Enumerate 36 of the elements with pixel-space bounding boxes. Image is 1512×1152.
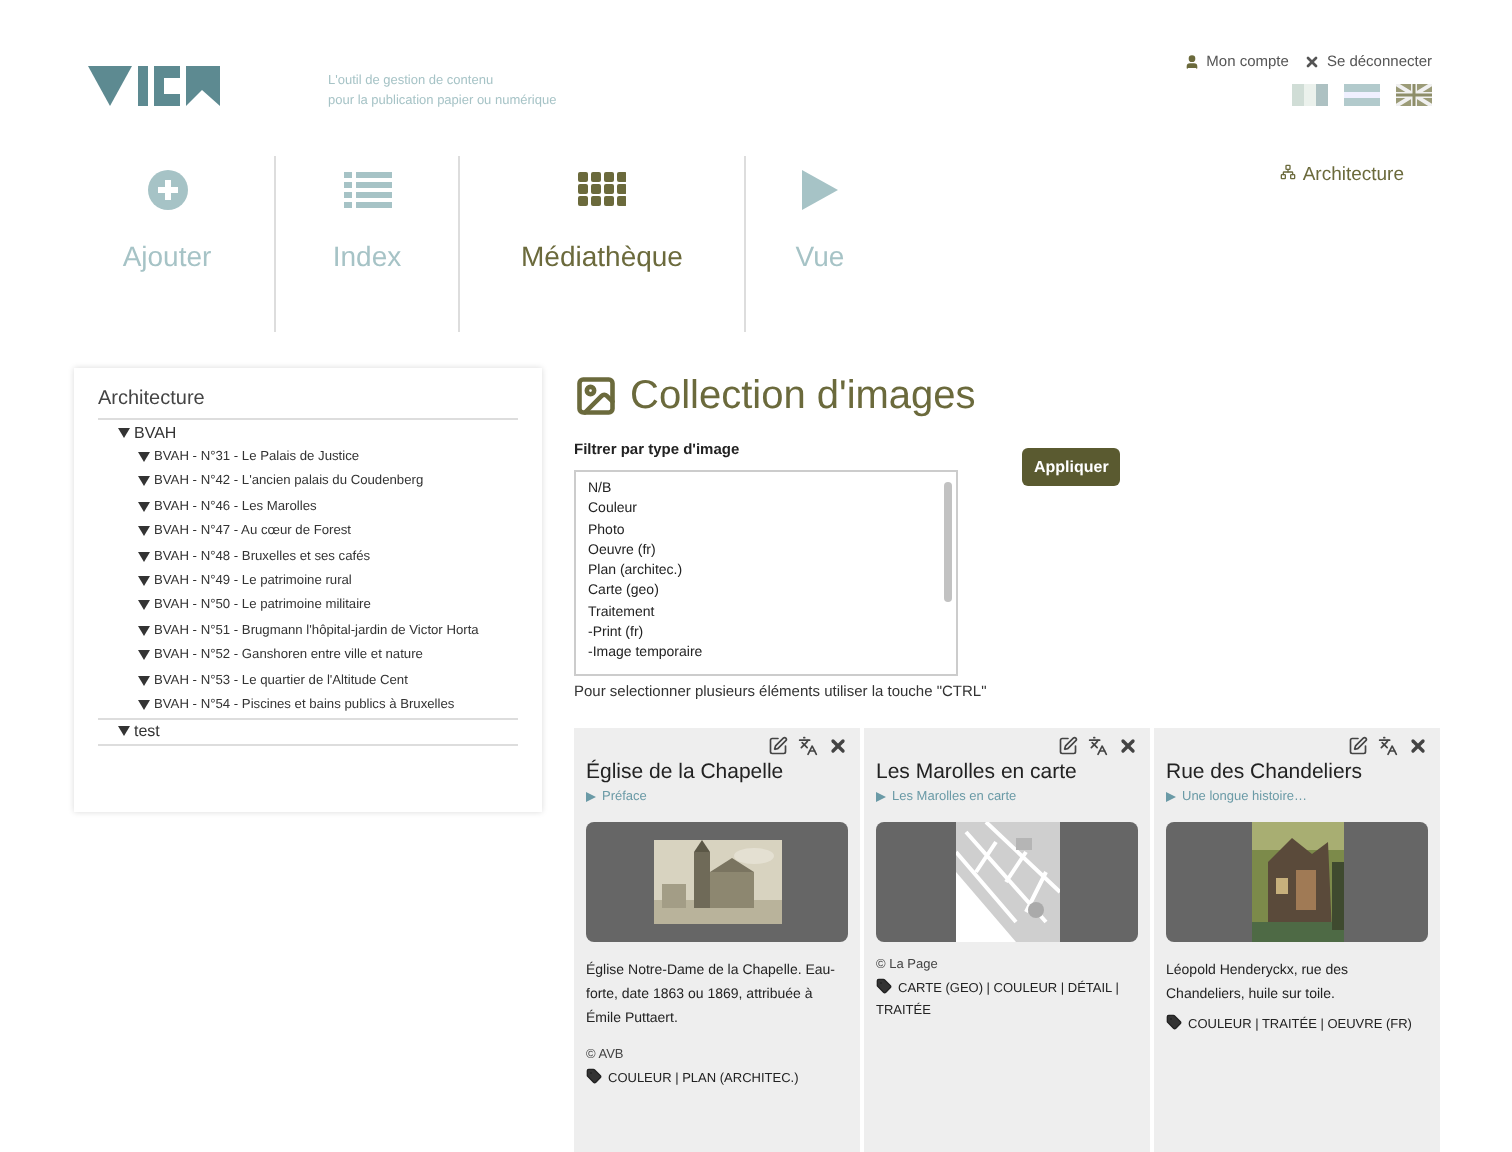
logo xyxy=(88,66,220,106)
play-icon xyxy=(586,792,596,802)
scrollbar[interactable] xyxy=(944,482,952,602)
close-icon[interactable] xyxy=(1118,736,1138,756)
play-icon xyxy=(876,792,886,802)
edit-icon[interactable] xyxy=(768,736,788,756)
translate-icon[interactable] xyxy=(1378,736,1398,756)
card-title: Rue des Chandeliers xyxy=(1166,760,1365,784)
apply-button[interactable]: Appliquer xyxy=(1022,448,1121,486)
tree-item[interactable]: test xyxy=(98,719,518,745)
card-title: Église de la Chapelle xyxy=(586,760,786,784)
tag-icon xyxy=(1166,1014,1182,1030)
sitemap-icon xyxy=(1280,164,1297,180)
play-icon xyxy=(802,168,838,212)
tag-icon xyxy=(876,978,892,994)
edit-icon[interactable] xyxy=(1058,736,1078,756)
list-icon xyxy=(343,168,391,212)
close-icon xyxy=(1304,53,1321,69)
grid-icon xyxy=(578,168,626,212)
tree-item[interactable]: BVAH xyxy=(98,420,518,445)
nav-tab[interactable]: Médiathèque xyxy=(460,156,746,332)
sidebar-title: Architecture xyxy=(98,384,518,420)
page-title: Collection d'images xyxy=(574,368,1438,424)
translate-icon[interactable] xyxy=(1088,736,1108,756)
image-icon xyxy=(574,374,618,418)
card-title: Les Marolles en carte xyxy=(876,760,1079,784)
translate-icon[interactable] xyxy=(798,736,818,756)
flag-icon[interactable] xyxy=(1396,84,1432,106)
tag-icon xyxy=(586,1068,602,1084)
close-icon[interactable] xyxy=(828,736,848,756)
plus-circle-icon xyxy=(147,168,187,212)
user-icon xyxy=(1184,53,1201,69)
project-link[interactable]: Architecture xyxy=(1280,164,1404,192)
close-icon[interactable] xyxy=(1408,736,1428,756)
edit-icon[interactable] xyxy=(1348,736,1368,756)
play-icon xyxy=(1166,792,1176,802)
